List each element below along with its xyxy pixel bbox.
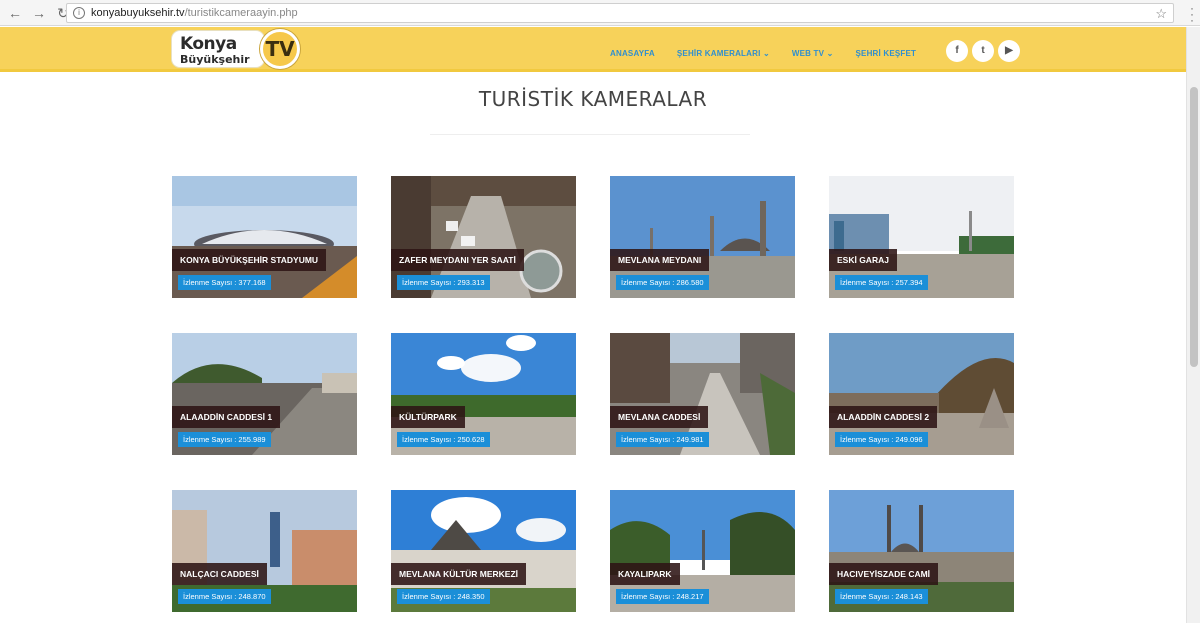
info-icon[interactable]: i	[73, 7, 85, 19]
camera-card-mevlana-cultural[interactable]: MEVLANA KÜLTÜR MERKEZİ İzlenme Sayısı : …	[391, 490, 576, 612]
camera-name: KONYA BÜYÜKŞEHİR STADYUMU	[172, 249, 327, 271]
url-host: konyabuyuksehir.tv	[91, 7, 185, 19]
logo-line1: Konya	[180, 34, 237, 54]
camera-name: HACIVEYİSZADE CAMİ	[829, 563, 939, 585]
camera-card-mevlana-square[interactable]: MEVLANA MEYDANI İzlenme Sayısı : 286.580	[610, 176, 795, 298]
camera-name: ESKİ GARAJ	[829, 249, 897, 271]
browser-toolbar: ← → ↻ i konyabuyuksehir.tv /turistikcame…	[0, 0, 1200, 26]
main-nav: ANASAYFA ŞEHİR KAMERALARI ⌄ WEB TV ⌄ ŞEH…	[610, 49, 938, 58]
view-count: İzlenme Sayısı : 249.096	[835, 432, 928, 447]
camera-card-kayalipark[interactable]: KAYALIPARK İzlenme Sayısı : 248.217	[610, 490, 795, 612]
camera-card-zafer[interactable]: ZAFER MEYDANI YER SAATİ İzlenme Sayısı :…	[391, 176, 576, 298]
title-divider	[430, 134, 750, 135]
nav-home[interactable]: ANASAYFA	[610, 49, 655, 58]
camera-name: MEVLANA MEYDANI	[610, 249, 710, 271]
view-count: İzlenme Sayısı : 248.350	[397, 589, 490, 604]
camera-name: MEVLANA CADDESİ	[610, 406, 709, 428]
url-path: /turistikcameraayin.php	[184, 7, 298, 19]
camera-card-eski-garaj[interactable]: ESKİ GARAJ İzlenme Sayısı : 257.394	[829, 176, 1014, 298]
camera-card-alaaddin-2[interactable]: ALAADDİN CADDESİ 2 İzlenme Sayısı : 249.…	[829, 333, 1014, 455]
logo-line2: Büyükşehir	[180, 53, 250, 66]
camera-card-nalcaci[interactable]: NALÇACI CADDESİ İzlenme Sayısı : 248.870	[172, 490, 357, 612]
forward-icon[interactable]: →	[30, 4, 48, 22]
view-count: İzlenme Sayısı : 249.981	[616, 432, 709, 447]
camera-card-mevlana-street[interactable]: MEVLANA CADDESİ İzlenme Sayısı : 249.981	[610, 333, 795, 455]
address-bar[interactable]: i konyabuyuksehir.tv /turistikcameraayin…	[66, 3, 1174, 23]
camera-name: NALÇACI CADDESİ	[172, 563, 267, 585]
bookmark-star-icon[interactable]: ☆	[1155, 6, 1167, 22]
social-links: f t ▶	[946, 40, 1024, 62]
view-count: İzlenme Sayısı : 248.217	[616, 589, 709, 604]
camera-card-alaaddin-1[interactable]: ALAADDİN CADDESİ 1 İzlenme Sayısı : 255.…	[172, 333, 357, 455]
nav-web-tv[interactable]: WEB TV ⌄	[792, 49, 834, 58]
view-count: İzlenme Sayısı : 250.628	[397, 432, 490, 447]
browser-menu-icon[interactable]: · · ·	[1190, 2, 1194, 26]
camera-card-haciveyiszade[interactable]: HACIVEYİSZADE CAMİ İzlenme Sayısı : 248.…	[829, 490, 1014, 612]
camera-name: MEVLANA KÜLTÜR MERKEZİ	[391, 563, 526, 585]
camera-name: KAYALIPARK	[610, 563, 680, 585]
nav-explore-city[interactable]: ŞEHRİ KEŞFET	[856, 49, 917, 58]
logo-box: Konya Büyükşehir	[172, 31, 264, 67]
view-count: İzlenme Sayısı : 286.580	[616, 275, 709, 290]
scroll-thumb[interactable]	[1190, 87, 1198, 367]
camera-name: ALAADDİN CADDESİ 2	[829, 406, 938, 428]
site-logo[interactable]: Konya Büyükşehir TV	[172, 29, 302, 69]
facebook-icon[interactable]: f	[946, 40, 968, 62]
page-scrollbar[interactable]	[1186, 27, 1200, 623]
page-title: TURİSTİK KAMERALAR	[478, 87, 708, 111]
youtube-icon[interactable]: ▶	[998, 40, 1020, 62]
nav-city-cameras[interactable]: ŞEHİR KAMERALARI ⌄	[677, 49, 770, 58]
camera-card-kulturpark[interactable]: KÜLTÜRPARK İzlenme Sayısı : 250.628	[391, 333, 576, 455]
view-count: İzlenme Sayısı : 257.394	[835, 275, 928, 290]
view-count: İzlenme Sayısı : 255.989	[178, 432, 271, 447]
twitter-icon[interactable]: t	[972, 40, 994, 62]
logo-tv-badge: TV	[260, 29, 300, 69]
view-count: İzlenme Sayısı : 248.870	[178, 589, 271, 604]
camera-card-stadium[interactable]: KONYA BÜYÜKŞEHİR STADYUMU İzlenme Sayısı…	[172, 176, 357, 298]
view-count: İzlenme Sayısı : 377.168	[178, 275, 271, 290]
site-header: Konya Büyükşehir TV ANASAYFA ŞEHİR KAMER…	[0, 27, 1186, 72]
back-icon[interactable]: ←	[6, 4, 24, 22]
camera-name: ZAFER MEYDANI YER SAATİ	[391, 249, 524, 271]
camera-name: KÜLTÜRPARK	[391, 406, 465, 428]
camera-name: ALAADDİN CADDESİ 1	[172, 406, 281, 428]
view-count: İzlenme Sayısı : 293.313	[397, 275, 490, 290]
view-count: İzlenme Sayısı : 248.143	[835, 589, 928, 604]
